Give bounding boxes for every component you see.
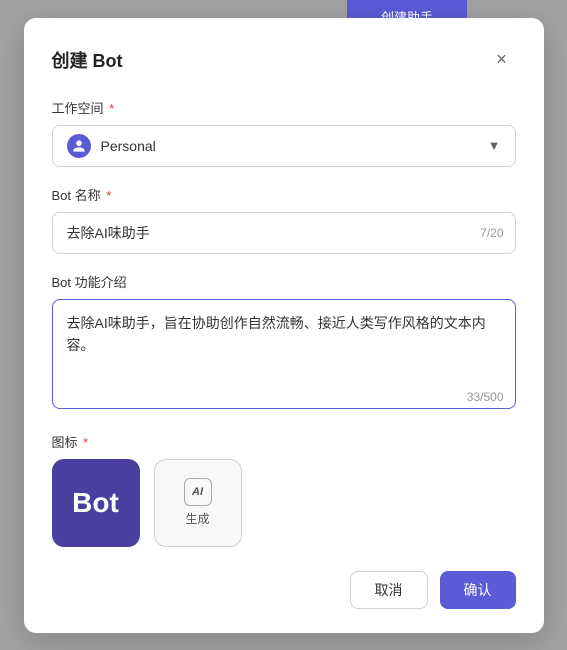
icon-required-star: * <box>83 435 88 450</box>
chevron-down-icon: ▼ <box>488 138 501 153</box>
close-icon: × <box>496 49 507 70</box>
bot-name-required-star: * <box>106 188 111 203</box>
bot-name-label: Bot 名称 * <box>52 185 516 204</box>
workspace-select[interactable]: Personal ▼ <box>52 125 516 167</box>
bot-desc-char-count: 33/500 <box>467 390 504 404</box>
ai-generate-icon: AI <box>184 478 212 506</box>
workspace-select-left: Personal <box>67 134 156 158</box>
bot-name-input[interactable] <box>52 212 516 254</box>
cancel-button[interactable]: 取消 <box>350 571 428 609</box>
workspace-avatar-icon <box>67 134 91 158</box>
icon-generate-button[interactable]: AI 生成 <box>154 459 242 547</box>
bot-desc-textarea-wrapper: 33/500 <box>52 299 516 414</box>
icon-label: 图标 * <box>52 432 516 451</box>
bot-desc-field-group: Bot 功能介绍 33/500 <box>52 272 516 414</box>
bot-desc-label: Bot 功能介绍 <box>52 272 516 291</box>
icon-options: Bot AI 生成 <box>52 459 516 547</box>
workspace-value: Personal <box>101 138 156 154</box>
bot-name-char-count: 7/20 <box>480 226 503 240</box>
icon-section: 图标 * Bot AI 生成 <box>52 432 516 547</box>
overlay: 创建助手 创建 Bot × 工作空间 * <box>0 0 567 650</box>
person-icon <box>72 139 86 153</box>
icon-preview-selected[interactable]: Bot <box>52 459 140 547</box>
generate-label: 生成 <box>185 510 209 527</box>
dialog-footer: 取消 确认 <box>52 571 516 609</box>
dialog-title: 创建 Bot <box>52 47 123 73</box>
bot-desc-textarea[interactable] <box>52 299 516 409</box>
icon-preview-text: Bot <box>72 487 119 519</box>
create-bot-dialog: 创建 Bot × 工作空间 * Personal ▼ <box>24 18 544 633</box>
close-button[interactable]: × <box>488 46 516 74</box>
dialog-header: 创建 Bot × <box>52 46 516 74</box>
bot-name-field-group: Bot 名称 * 7/20 <box>52 185 516 254</box>
workspace-label: 工作空间 * <box>52 98 516 117</box>
confirm-button[interactable]: 确认 <box>440 571 516 609</box>
workspace-field-group: 工作空间 * Personal ▼ <box>52 98 516 167</box>
bot-name-input-wrapper: 7/20 <box>52 212 516 254</box>
workspace-required-star: * <box>109 101 114 116</box>
